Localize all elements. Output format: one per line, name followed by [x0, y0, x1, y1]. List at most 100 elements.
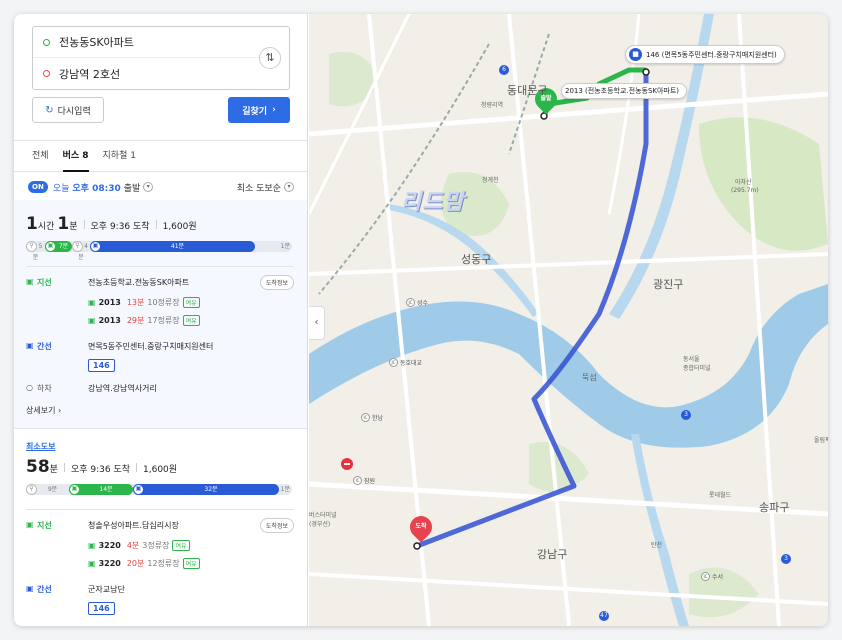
bus-number: 3220	[98, 559, 121, 568]
duration-minutes-unit: 분	[69, 222, 78, 232]
time-bar: ⚲ 5분 ▣ 7분 ⚲ 4분 ▣ 41분 1분	[26, 241, 292, 261]
time-segment-green: ▣ 14분	[69, 484, 133, 495]
on-toggle[interactable]: ON	[28, 181, 48, 193]
ic-name: 동호대교	[400, 360, 423, 367]
detail-link[interactable]: 상세보기 ›	[26, 405, 61, 416]
map-view[interactable]: ■ 146 (면목5동주민센터.중랑구치매지원센터) 2013 (전농초등학교.…	[309, 14, 828, 626]
route-summary: 1 시간 1 분 오후 9:36 도착 1,600원	[26, 214, 197, 234]
route-card[interactable]: 1 시간 1 분 오후 9:36 도착 1,600원 ⚲ 5분 ▣ 7분 ⚲ 4분 ▣ 41분…	[14, 200, 307, 428]
find-route-button[interactable]: 길찾기 ›	[228, 97, 290, 123]
chevron-down-icon[interactable]: ▾	[143, 182, 154, 192]
find-label: 길찾기	[242, 106, 268, 117]
landmark-label: 동서울 종합터미널	[683, 356, 711, 372]
route-shield: 3	[681, 410, 691, 420]
ic-name: 성수	[417, 300, 429, 307]
crowd-badge: 여유	[172, 540, 190, 551]
stops-away: 10정류장	[147, 298, 180, 307]
time-segment-walk: 1분	[255, 241, 292, 252]
alight-dot-icon: ○	[26, 383, 33, 392]
destination-text: 강남역 2호선	[59, 67, 121, 81]
time-segment-blue: ▣ 32분	[133, 484, 279, 495]
stream-label: 청계천	[482, 177, 499, 184]
stop-name: 청솔우성아파트.답십리시장	[88, 521, 179, 530]
bus-arrival-row: ▣ 3220 4분 3정류장 여유	[88, 540, 190, 551]
route-summary: 58 분 오후 9:36 도착 1,600원	[26, 457, 177, 477]
bus-icon: ▣	[26, 277, 34, 286]
tab-all[interactable]: 전체	[32, 140, 49, 172]
district-label: 성동구	[461, 253, 492, 266]
end-pin[interactable]: 도착	[405, 511, 437, 543]
bus-icon: ▣	[88, 541, 96, 550]
bus-icon: ■	[629, 48, 642, 61]
mountain-height: (295.7m)	[731, 187, 759, 194]
segment-label: 9분	[47, 486, 58, 493]
stops-away: 12정류장	[147, 559, 180, 568]
bus-icon: ▣	[26, 584, 34, 593]
time-segment-walk: 1분	[279, 484, 292, 495]
step-kind: 지선	[37, 278, 52, 287]
ic-label: JC 성수	[406, 298, 428, 307]
route-shield: 3	[781, 554, 791, 564]
landmark-label: 롯데월드	[709, 492, 732, 499]
min-walk-badge: 최소도보	[26, 442, 56, 451]
arrival-time: 오후 9:36 도착	[70, 465, 131, 475]
step-kind: 하차	[37, 384, 52, 393]
fare: 1,600원	[162, 222, 197, 232]
departure-time[interactable]: 오후 08:30	[72, 181, 120, 194]
stop-name: 면목5동주민센터.중랑구치매지원센터	[88, 342, 214, 351]
district-label: 동대문구	[507, 84, 548, 97]
route-number-badge[interactable]: 146	[88, 359, 115, 372]
route-shield: 6	[499, 65, 509, 75]
landmark-label: 버스터미널 (경부선)	[309, 512, 337, 528]
bus-icon: ▣	[133, 484, 144, 495]
origin-field[interactable]: 전농동SK아파트	[33, 27, 263, 58]
duration-hours-unit: 시간	[37, 222, 55, 232]
ic-name: 잠원	[364, 478, 376, 485]
reset-label: 다시입력	[57, 106, 91, 117]
bus-icon: ▣	[88, 298, 96, 307]
departure-day[interactable]: 오늘	[53, 181, 70, 194]
filter-row: ON 오늘 오후 08:30 출발 ▾ 최소 도보순 ▾	[14, 174, 307, 200]
bus-stop-callout[interactable]: 2013 (전농초등학교.전농동SK아파트)	[561, 83, 688, 99]
tab-bus[interactable]: 버스 8	[62, 140, 89, 172]
sort-select[interactable]: 최소 도보순 ▾	[237, 181, 294, 194]
arrival-info-button[interactable]: 도착정보	[259, 518, 294, 533]
stop-name: 강남역.강남역사거리	[88, 384, 157, 393]
duration-minutes: 58	[26, 457, 50, 477]
time-segment-blue: ▣ 41분	[90, 241, 255, 252]
ic-label: IC 한남	[361, 413, 383, 422]
duration-minutes-unit: 분	[49, 465, 58, 475]
arrival-time: 오후 9:36 도착	[90, 222, 150, 232]
crowd-badge: 여유	[182, 315, 200, 326]
segment-label: 41분	[170, 243, 185, 250]
bus-icon: ▣	[45, 241, 56, 252]
reset-button[interactable]: ↻ 다시입력	[32, 97, 104, 123]
watermark-logo: 리드맘	[401, 190, 465, 215]
fare: 1,600원	[143, 465, 178, 475]
time-bar: ⚲ 9분 ▣ 14분 ▣ 32분 1분	[26, 484, 292, 495]
route-card[interactable]: 최소도보 58 분 오후 9:36 도착 1,600원 ⚲ 9분 ▣ 14분 ▣ 32분 1…	[14, 428, 307, 626]
arrival-minutes: 13분	[126, 298, 145, 307]
route-number-badge[interactable]: 146	[88, 602, 115, 615]
sort-label: 최소 도보순	[236, 183, 281, 194]
place-label: 뚝섬	[582, 373, 597, 382]
origin-dot-icon	[43, 38, 50, 46]
collapse-panel-button[interactable]: ‹	[309, 306, 325, 340]
app-window: 전농동SK아파트 강남역 2호선 ⇅ ↻ 다시입력 길찾기 › 전체 버스 8 …	[14, 14, 828, 626]
swap-icon[interactable]: ⇅	[259, 47, 281, 69]
segment-label: 32분	[204, 486, 218, 493]
destination-field[interactable]: 강남역 2호선	[33, 58, 263, 89]
walk-icon: ⚲	[26, 241, 37, 252]
refresh-icon: ↻	[45, 104, 54, 116]
station-label: 청량리역	[481, 102, 504, 109]
tab-subway[interactable]: 지하철 1	[103, 140, 136, 172]
bus-stop-callout[interactable]: ■ 146 (면목5동주민센터.중랑구치매지원센터)	[625, 45, 785, 64]
time-segment-green: ▣ 7분	[45, 241, 72, 252]
arrival-info-button[interactable]: 도착정보	[259, 275, 294, 290]
bus-icon: ▣	[90, 241, 101, 252]
divider	[63, 463, 65, 472]
map-canvas	[309, 14, 828, 626]
divider	[136, 463, 138, 472]
bus-icon: ▣	[88, 316, 96, 325]
route-steps: ▣ 지선 전농초등학교.전농동SK아파트 도착정보 ▣ 2013 13분 10정…	[26, 266, 294, 415]
